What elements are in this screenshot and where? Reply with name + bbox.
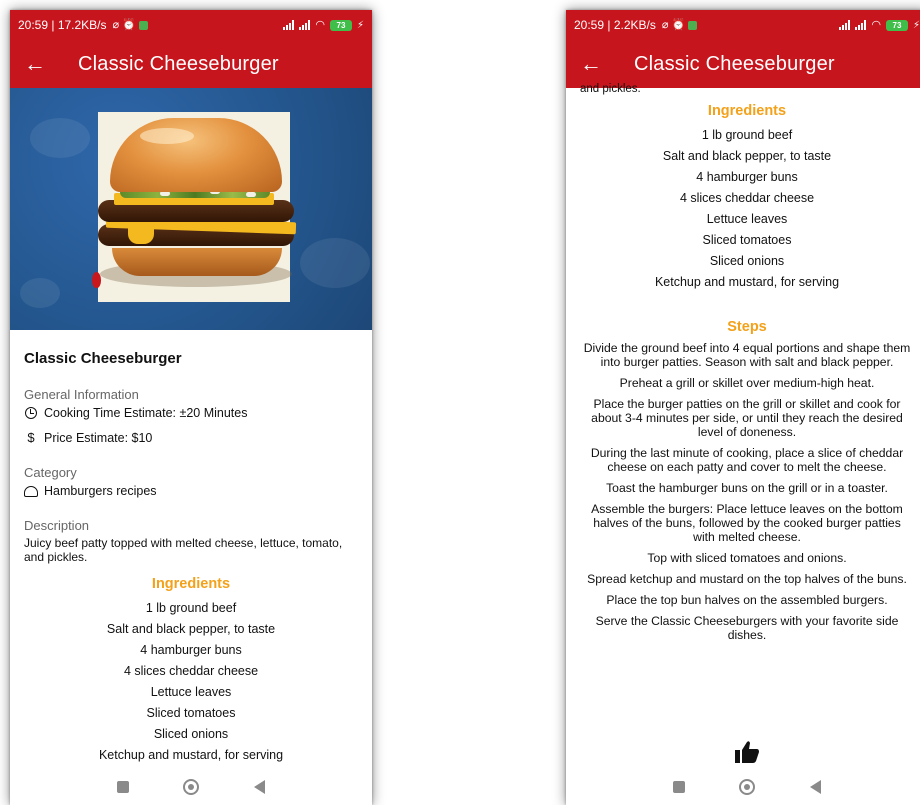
steps-heading: Steps (727, 319, 767, 335)
recents-button[interactable] (673, 781, 686, 793)
burger-bottom-bun (112, 248, 282, 276)
step-item: Divide the ground beef into 4 equal port… (583, 341, 911, 369)
ingredients-section: Ingredients 1 lb ground beef Salt and bl… (580, 103, 914, 293)
wifi-icon: ◠ (315, 18, 325, 31)
battery-icon: 73 (885, 19, 908, 31)
back-arrow-icon[interactable]: ← (566, 51, 616, 77)
step-item: Spread ketchup and mustard on the top ha… (587, 572, 907, 586)
ingredient-item: Sliced onions (709, 254, 785, 268)
status-time-speed: 20:59 | 2.2KB/s (574, 18, 656, 32)
ingredient-item: 1 lb ground beef (701, 128, 793, 142)
home-button[interactable] (739, 779, 756, 795)
general-info-label: General Information (24, 387, 139, 402)
ingredient-item: Ketchup and mustard, for serving (98, 748, 284, 762)
thumbs-up-icon[interactable] (566, 740, 920, 769)
app-bar-title: Classic Cheeseburger (634, 52, 835, 75)
ingredient-item: Ketchup and mustard, for serving (654, 275, 840, 289)
recipe-details: Classic Cheeseburger General Information… (10, 330, 372, 766)
ingredient-item: 1 lb ground beef (145, 601, 237, 615)
app-notification-icon (138, 20, 148, 30)
recipe-details-scrolled: and pickles. Ingredients 1 lb ground bee… (566, 83, 920, 649)
back-arrow-icon[interactable]: ← (10, 51, 60, 77)
alarm-off-icon: ⌀ (661, 18, 669, 31)
system-nav-bar (566, 769, 920, 805)
step-item: During the last minute of cooking, place… (590, 446, 904, 474)
app-notification-icon (688, 20, 698, 30)
category-label: Category (24, 465, 77, 480)
steps-section: Steps Divide the ground beef into 4 equa… (580, 319, 914, 642)
app-bar: ← Classic Cheeseburger (10, 40, 372, 88)
app-bar-title: Classic Cheeseburger (78, 52, 279, 75)
status-time-speed: 20:59 | 17.2KB/s (18, 18, 107, 32)
ingredient-item: Sliced tomatoes (702, 233, 792, 247)
signal-icon-2 (299, 20, 311, 30)
nav-back-button[interactable] (809, 780, 821, 794)
alarm-icon: ⏰ (671, 18, 686, 31)
step-item: Place the burger patties on the grill or… (591, 397, 903, 439)
ingredient-item: 4 slices cheddar cheese (123, 664, 259, 678)
ingredient-item: Salt and black pepper, to taste (662, 149, 832, 163)
alarm-icon: ⏰ (122, 18, 136, 31)
ingredients-section: Ingredients 1 lb ground beef Salt and bl… (24, 576, 358, 766)
step-item: Top with sliced tomatoes and onions. (647, 551, 847, 565)
description-text-clipped: and pickles. (580, 83, 641, 95)
signal-icon (283, 20, 295, 30)
ingredient-item: Lettuce leaves (706, 212, 788, 226)
description-text: Juicy beef patty topped with melted chee… (24, 536, 343, 564)
step-item: Assemble the burgers: Place lettuce leav… (591, 502, 903, 544)
charging-icon: ⚡ (356, 19, 364, 31)
wifi-icon: ◠ (871, 18, 881, 31)
description-label: Description (24, 518, 90, 533)
category-value: Hamburgers recipes (44, 484, 157, 498)
ingredient-item: 4 slices cheddar cheese (679, 191, 815, 205)
cooking-time-row: Cooking Time Estimate: ±20 Minutes (24, 406, 358, 420)
burger-icon (24, 485, 38, 497)
app-bar: ← Classic Cheeseburger (566, 40, 920, 88)
phone-screen-overview: 20:59 | 17.2KB/s ⌀ ⏰ ◠ 73 ⚡ ← Classic Ch… (10, 10, 372, 805)
nav-back-button[interactable] (253, 780, 265, 794)
ingredients-heading: Ingredients (151, 576, 231, 592)
recents-button[interactable] (117, 781, 130, 793)
status-bar: 20:59 | 2.2KB/s ⌀ ⏰ ◠ 73 ⚡ (566, 10, 920, 40)
system-nav-bar (10, 769, 372, 805)
signal-icon-2 (855, 20, 867, 30)
phone-screen-steps: 20:59 | 2.2KB/s ⌀ ⏰ ◠ 73 ⚡ ← Classic Che… (566, 10, 920, 805)
step-item: Serve the Classic Cheeseburgers with you… (595, 614, 899, 642)
ingredient-item: 4 hamburger buns (140, 643, 242, 657)
ingredient-item: Salt and black pepper, to taste (106, 622, 276, 636)
step-item: Place the top bun halves on the assemble… (606, 593, 888, 607)
ingredients-heading: Ingredients (707, 103, 787, 119)
charging-icon: ⚡ (912, 19, 920, 31)
battery-icon: 73 (329, 19, 352, 31)
ingredient-item: Lettuce leaves (150, 685, 232, 699)
ingredient-item: Sliced onions (153, 727, 229, 741)
recipe-title: Classic Cheeseburger (24, 350, 182, 367)
price-text: Price Estimate: $10 (44, 430, 153, 445)
ingredient-item: Sliced tomatoes (146, 706, 236, 720)
category-row: Hamburgers recipes (24, 484, 358, 498)
clock-icon (24, 407, 38, 419)
cooking-time-text: Cooking Time Estimate: ±20 Minutes (44, 406, 248, 420)
price-row: $ Price Estimate: $10 (24, 430, 358, 445)
dollar-icon: $ (27, 430, 35, 445)
step-item: Preheat a grill or skillet over medium-h… (619, 376, 875, 390)
step-item: Toast the hamburger buns on the grill or… (606, 481, 888, 495)
home-button[interactable] (183, 779, 200, 795)
alarm-off-icon: ⌀ (112, 18, 120, 31)
ingredient-item: 4 hamburger buns (696, 170, 798, 184)
status-bar: 20:59 | 17.2KB/s ⌀ ⏰ ◠ 73 ⚡ (10, 10, 372, 40)
recipe-hero-image (10, 88, 372, 330)
signal-icon (839, 20, 851, 30)
ketchup-drop (92, 272, 101, 288)
